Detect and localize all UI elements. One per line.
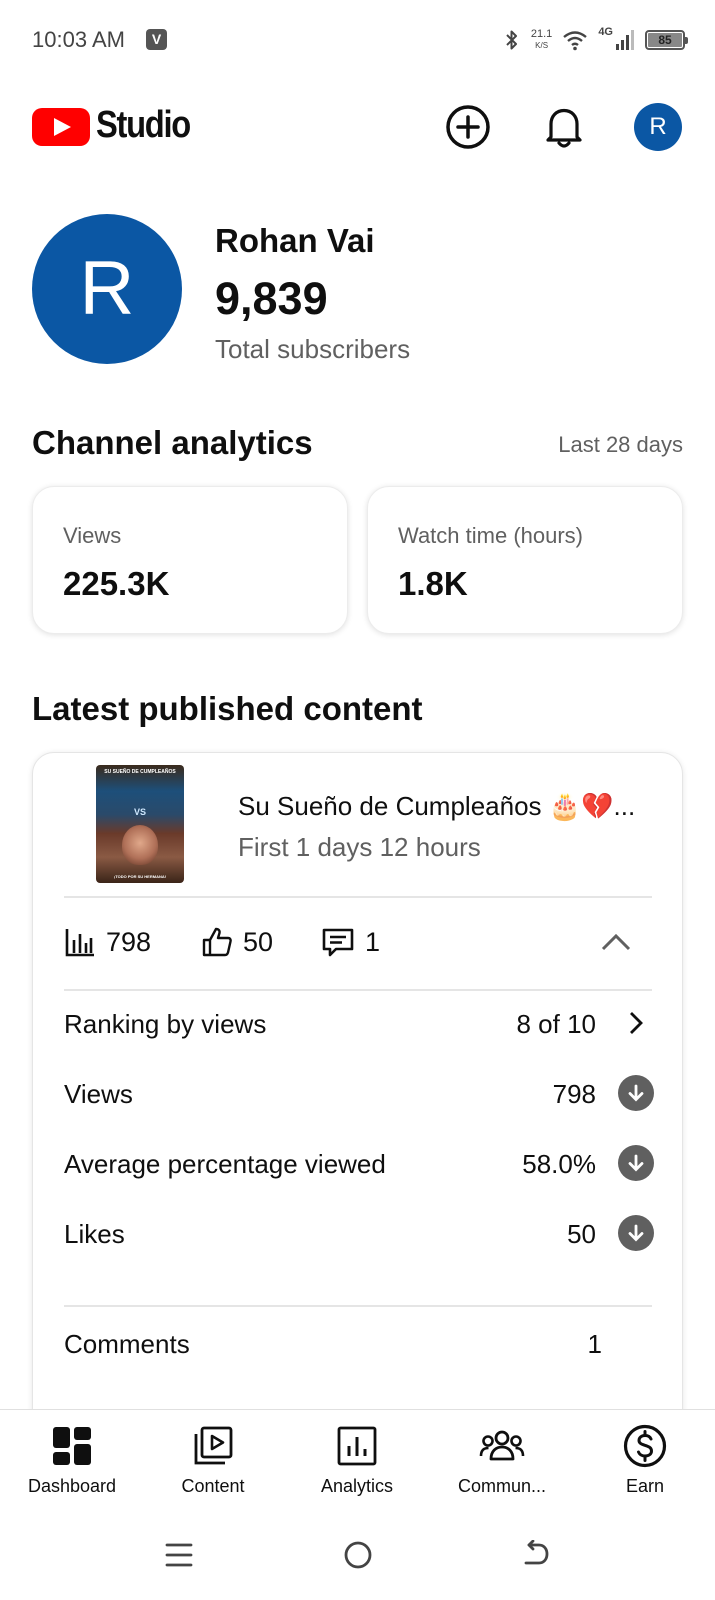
signal-icon xyxy=(616,30,634,50)
detail-label: Ranking by views xyxy=(64,1009,267,1039)
bluetooth-icon xyxy=(506,30,517,50)
back-icon xyxy=(524,1540,549,1565)
analytics-period: Last 28 days xyxy=(558,432,683,457)
nav-analytics-label: Analytics xyxy=(320,1476,394,1496)
channel-avatar: R xyxy=(32,214,182,364)
status-bar: 10:03 AM V 21.1 K/S 4G 85 xyxy=(0,0,715,80)
app-logo-text: Studio xyxy=(96,104,191,146)
thumbs-up-icon xyxy=(202,927,232,957)
video-age: First 1 days 12 hours xyxy=(238,832,481,862)
video-thumbnail[interactable]: SU SUEÑO DE CUMPLEAÑOS VS ¡TODO POR SU H… xyxy=(96,765,184,883)
battery-level: 85 xyxy=(648,33,682,47)
subscriber-label: Total subscribers xyxy=(215,334,411,364)
average-percentage-viewed-row: Average percentage viewed 58.0% xyxy=(64,1141,654,1185)
detail-label: Views xyxy=(64,1079,133,1109)
dashboard-icon xyxy=(53,1427,91,1465)
create-button[interactable] xyxy=(443,102,493,152)
chevron-right-icon xyxy=(618,1005,654,1041)
detail-value: 50 xyxy=(567,1219,596,1249)
summary-likes: 50 xyxy=(201,919,273,965)
bottom-navigation: Dashboard Content Analytics Commun... Ea… xyxy=(0,1409,715,1505)
earn-icon xyxy=(623,1424,667,1468)
detail-value: 58.0% xyxy=(522,1149,596,1179)
divider xyxy=(64,1305,652,1307)
summary-likes-value: 50 xyxy=(243,926,274,957)
nav-community-label: Commun... xyxy=(457,1476,547,1496)
channel-name: Rohan Vai xyxy=(215,222,375,259)
status-indicators: 21.1 K/S 4G 85 xyxy=(503,26,688,54)
add-circle-icon xyxy=(446,105,490,149)
channel-analytics-title: Channel analytics xyxy=(32,424,313,461)
wifi-icon xyxy=(563,31,588,51)
views-detail-row: Views 798 xyxy=(64,1071,654,1115)
video-title[interactable]: Su Sueño de Cumpleaños 🎂💔... xyxy=(238,791,635,822)
watch-time-stat-value: 1.8K xyxy=(398,565,468,602)
comments-detail-row: Comments 1 xyxy=(64,1321,654,1365)
home-circle-icon xyxy=(344,1541,372,1569)
watch-time-stat-card[interactable]: Watch time (hours) 1.8K xyxy=(367,486,683,634)
notifications-button[interactable] xyxy=(539,102,589,152)
latest-content-title: Latest published content xyxy=(32,690,423,727)
detail-value: 798 xyxy=(552,1079,596,1109)
thumbnail-caption-text: ¡TODO POR SU HERMANA! xyxy=(113,874,167,879)
account-avatar[interactable]: R xyxy=(634,103,682,151)
detail-label: Comments xyxy=(64,1329,190,1359)
menu-icon xyxy=(165,1543,193,1567)
nav-content-label: Content xyxy=(181,1476,245,1496)
battery-icon: 85 xyxy=(645,30,688,50)
system-navigation xyxy=(0,1505,715,1600)
detail-label: Likes xyxy=(64,1219,125,1249)
nav-community[interactable]: Commun... xyxy=(432,1422,572,1497)
content-icon xyxy=(194,1426,233,1465)
views-stat-label: Views xyxy=(63,523,122,548)
chevron-up-icon xyxy=(601,933,631,951)
community-icon xyxy=(479,1430,525,1461)
summary-comments-value: 1 xyxy=(365,926,381,957)
subscriber-count: 9,839 xyxy=(215,273,328,324)
network-speed: 21.1 K/S xyxy=(531,29,552,51)
summary-views: 798 xyxy=(64,919,151,965)
arrow-down-circle-icon xyxy=(618,1145,654,1181)
bar-chart-icon xyxy=(65,929,94,957)
summary-comments: 1 xyxy=(321,919,380,965)
nav-earn[interactable]: Earn xyxy=(575,1422,715,1497)
views-stat-card[interactable]: Views 225.3K xyxy=(32,486,348,634)
summary-views-value: 798 xyxy=(106,926,152,957)
divider xyxy=(64,989,652,991)
home-button[interactable] xyxy=(334,1531,382,1579)
thumbnail-title-text: SU SUEÑO DE CUMPLEAÑOS xyxy=(104,769,176,775)
network-type: 4G xyxy=(598,26,613,38)
comment-icon xyxy=(322,928,354,957)
youtube-logo-icon xyxy=(32,108,90,146)
arrow-down-circle-icon xyxy=(618,1215,654,1251)
notification-icon: V xyxy=(146,29,167,50)
watch-time-stat-label: Watch time (hours) xyxy=(398,523,584,548)
arrow-down-circle-icon xyxy=(618,1075,654,1111)
likes-detail-row: Likes 50 xyxy=(64,1211,654,1255)
thumbnail-vs-text: VS xyxy=(134,807,147,817)
nav-earn-label: Earn xyxy=(625,1476,665,1496)
detail-value: 1 xyxy=(587,1329,602,1359)
analytics-icon xyxy=(337,1426,377,1466)
detail-label: Average percentage viewed xyxy=(64,1149,386,1179)
latest-content-card: SU SUEÑO DE CUMPLEAÑOS VS ¡TODO POR SU H… xyxy=(32,752,683,1472)
back-button[interactable] xyxy=(512,1531,560,1579)
nav-content[interactable]: Content xyxy=(143,1422,283,1497)
nav-dashboard-label: Dashboard xyxy=(27,1476,117,1496)
app-bar: Studio R xyxy=(0,92,715,162)
nav-analytics[interactable]: Analytics xyxy=(287,1422,427,1497)
status-time: 10:03 AM xyxy=(32,27,125,52)
network-speed-value: 21.1 xyxy=(530,28,553,40)
divider xyxy=(64,896,652,898)
collapse-button[interactable] xyxy=(596,922,636,962)
ranking-by-views-row[interactable]: Ranking by views 8 of 10 xyxy=(64,1001,654,1045)
network-speed-unit: K/S xyxy=(535,41,549,50)
recents-button[interactable] xyxy=(155,1531,203,1579)
bell-icon xyxy=(546,108,582,148)
detail-value: 8 of 10 xyxy=(516,1009,596,1039)
thumbnail-face-image xyxy=(122,825,158,865)
nav-dashboard[interactable]: Dashboard xyxy=(2,1422,142,1497)
views-stat-value: 225.3K xyxy=(63,565,170,602)
